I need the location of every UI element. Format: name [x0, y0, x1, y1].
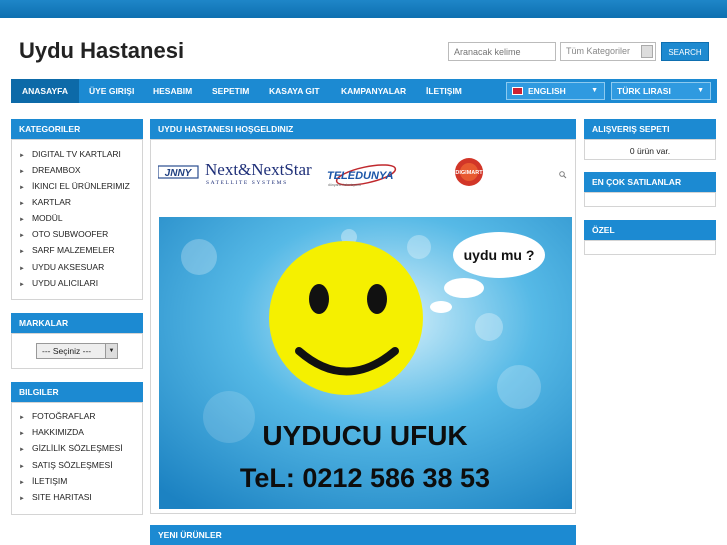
category-item[interactable]: ► SARF MALZEMELER [19, 245, 115, 255]
nav-campaigns[interactable]: KAMPANYALAR [330, 79, 417, 103]
bullet-icon: ► [19, 201, 25, 207]
info-item[interactable]: ► İLETIŞIM [19, 476, 67, 486]
bokeh-circle [475, 313, 503, 341]
bullet-icon: ► [19, 249, 25, 255]
info-item[interactable]: ► HAKKIMIZDA [19, 427, 84, 437]
currency-select[interactable]: TÜRK LIRASI ▼ [611, 82, 711, 100]
nextstar-logo[interactable]: Next&NextStar SATELLITE SYSTEMS [205, 160, 312, 186]
category-item[interactable]: ► DREAMBOX [19, 165, 81, 175]
bullet-icon: ► [19, 153, 25, 159]
bestsellers-title: EN ÇOK SATILANLAR [584, 172, 716, 192]
category-item[interactable]: ► DIGITAL TV KARTLARI [19, 149, 121, 159]
info-item[interactable]: ► SATIŞ SÖZLEŞMESİ [19, 460, 113, 470]
category-item[interactable]: ► İKINCI EL ÜRÜNLERIMIZ [19, 181, 130, 191]
bullet-icon: ► [19, 415, 25, 421]
bullet-icon: ► [19, 185, 25, 191]
category-item[interactable]: ► MODÜL [19, 213, 63, 223]
bullet-icon: ► [19, 431, 25, 437]
category-item[interactable]: ► KARTLAR [19, 197, 71, 207]
brand-select-value: --- Seçiniz --- [42, 346, 92, 356]
bullet-icon: ► [19, 282, 25, 288]
info-title: BILGILER [11, 382, 143, 402]
svg-text:JNNY: JNNY [165, 168, 193, 179]
bullet-icon: ► [19, 464, 25, 470]
svg-text:TELEDUNYA: TELEDUNYA [327, 170, 393, 182]
bullet-icon: ► [19, 496, 25, 502]
category-item[interactable]: ► UYDU ALICILARI [19, 278, 98, 288]
nav-home[interactable]: ANASAYFA [11, 79, 79, 103]
language-select[interactable]: ENGLISH ▼ [506, 82, 605, 100]
cart-title: ALIŞVERIŞ SEPETI [584, 119, 716, 139]
zoom-icon[interactable] [559, 171, 567, 179]
digimart-logo[interactable]: DIGIMART [455, 158, 483, 186]
nav-account[interactable]: HESABIM [142, 79, 203, 103]
svg-text:uydu mu ?: uydu mu ? [464, 247, 535, 263]
promo-banner[interactable]: uydu mu ? UYDUCU UFUK TeL: 0212 586 38 5… [159, 217, 572, 509]
info-item[interactable]: ► GİZLİLİK SÖZLEŞMESİ [19, 443, 123, 453]
nav-contact[interactable]: İLETIŞIM [415, 79, 473, 103]
category-item[interactable]: ► OTO SUBWOOFER [19, 229, 108, 239]
bokeh-circle [497, 365, 541, 409]
search-input[interactable] [448, 42, 556, 61]
svg-text:Next&NextStar: Next&NextStar [205, 160, 312, 179]
bullet-icon: ► [19, 266, 25, 272]
uk-flag-icon [512, 87, 523, 95]
brand-logos: JNNY Next&NextStar SATELLITE SYSTEMS TEL… [158, 158, 567, 189]
search-button[interactable]: SEARCH [661, 42, 709, 61]
banner-phone: TeL: 0212 586 38 53 [240, 463, 490, 493]
special-box [584, 240, 716, 255]
nav-checkout[interactable]: KASAYA GIT [258, 79, 331, 103]
chevron-down-icon [641, 45, 653, 58]
top-band [0, 0, 727, 18]
nav-cart[interactable]: SEPETIM [201, 79, 260, 103]
chevron-down-icon: ▼ [105, 344, 117, 358]
category-select[interactable]: Tüm Kategoriler [560, 42, 656, 61]
category-item[interactable]: ► UYDU AKSESUAR [19, 262, 104, 272]
info-item[interactable]: ► SITE HARITASI [19, 492, 92, 502]
bokeh-circle [203, 391, 255, 443]
language-value: ENGLISH [528, 86, 566, 96]
bokeh-circle [181, 239, 217, 275]
new-products-title: YENI ÜRÜNLER [150, 525, 576, 545]
category-select-value: Tüm Kategoriler [566, 46, 631, 56]
brands-title: MARKALAR [11, 313, 143, 333]
categories-title: KATEGORILER [11, 119, 143, 139]
bokeh-circle [407, 235, 431, 259]
special-title: ÖZEL [584, 220, 716, 240]
currency-value: TÜRK LIRASI [617, 86, 671, 96]
bullet-icon: ► [19, 233, 25, 239]
bullet-icon: ► [19, 169, 25, 175]
cart-summary: 0 ürün var. [629, 146, 671, 156]
nav-login[interactable]: ÜYE GIRIŞI [78, 79, 145, 103]
svg-text:SATELLITE SYSTEMS: SATELLITE SYSTEMS [206, 180, 288, 186]
svg-text:DIGIMART: DIGIMART [455, 170, 483, 176]
welcome-title: UYDU HASTANESI HOŞGELDINIZ [150, 119, 576, 139]
site-title[interactable]: Uydu Hastanesi [19, 38, 184, 64]
banner-name: UYDUCU UFUK [262, 420, 467, 451]
info-item[interactable]: ► FOTOĞRAFLAR [19, 411, 96, 421]
teledunya-logo[interactable]: TELEDUNYA dünyanın televizyonu [327, 161, 397, 189]
bullet-icon: ► [19, 447, 25, 453]
jnny-logo[interactable]: JNNY [158, 165, 199, 179]
smiley-face [269, 241, 423, 395]
brand-select[interactable]: --- Seçiniz --- ▼ [36, 343, 118, 359]
svg-text:dünyanın televizyonu: dünyanın televizyonu [328, 183, 361, 187]
bullet-icon: ► [19, 217, 25, 223]
main-nav: ANASAYFA ÜYE GIRIŞI HESABIM SEPETIM KASA… [11, 79, 717, 103]
bestsellers-box [584, 192, 716, 207]
chevron-down-icon: ▼ [591, 87, 598, 94]
bullet-icon: ► [19, 480, 25, 486]
chevron-down-icon: ▼ [697, 87, 704, 94]
